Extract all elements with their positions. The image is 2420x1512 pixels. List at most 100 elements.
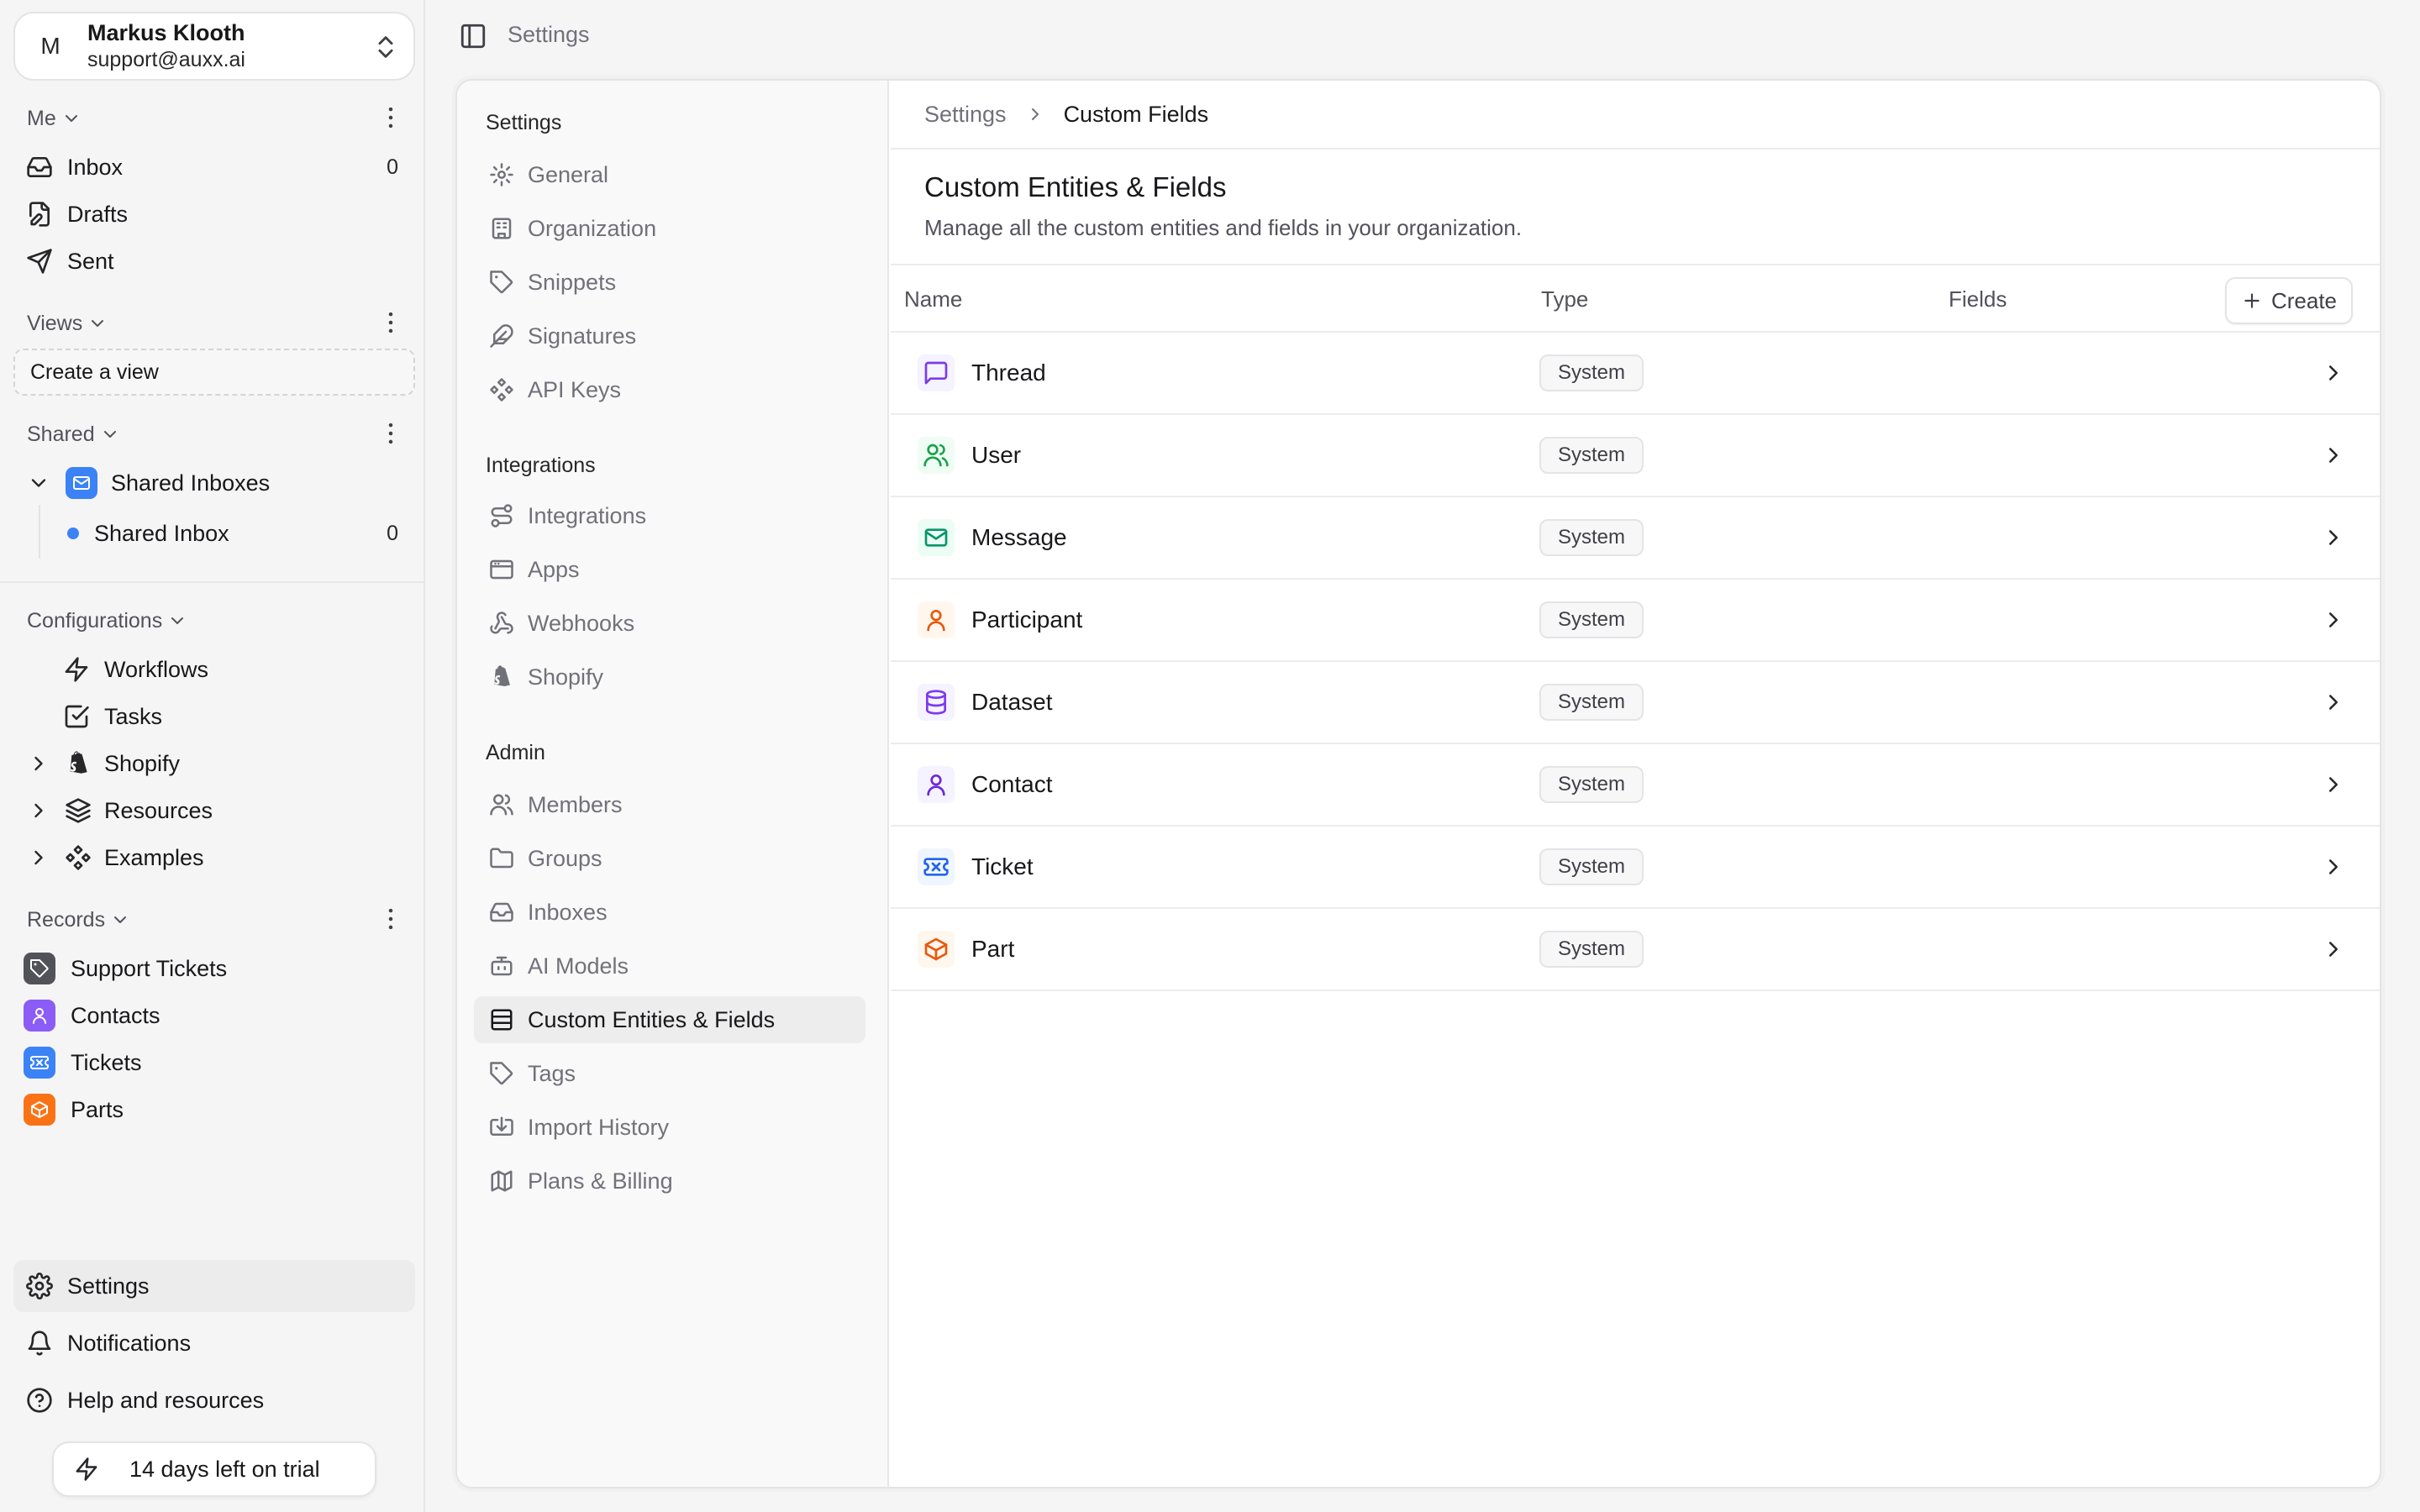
zap-icon [72,1457,101,1482]
sidebar-item-notifications[interactable]: Notifications [25,1321,191,1365]
chevron-right-icon[interactable] [2321,854,2346,879]
page-description: Manage all the custom entities and field… [924,215,1523,240]
more-vertical-icon[interactable] [376,905,405,933]
settings-nav-item-organization[interactable]: Organization [474,205,865,252]
mail-icon [918,519,955,556]
settings-nav-item-shopify[interactable]: Shopify [474,654,865,701]
entity-name: Contact [971,771,1053,797]
type-badge: System [1539,848,1644,885]
chevron-right-icon[interactable] [25,796,52,825]
sidebar-toggle-icon[interactable] [459,22,487,50]
more-vertical-icon[interactable] [376,103,405,132]
sidebar-item-label: Shared Inbox [94,520,229,546]
sidebar-item-label: Notifications [67,1330,192,1356]
account-switcher[interactable]: M Markus Klooth support@auxx.ai [13,12,415,81]
sidebar-item-inbox[interactable]: Inbox 0 [25,145,398,189]
trial-button[interactable]: 14 days left on trial [52,1441,376,1497]
sidebar-item-resources[interactable]: Resources [25,789,213,832]
chevron-right-icon[interactable] [2321,443,2346,468]
settings-nav-item-tags[interactable]: Tags [474,1050,865,1097]
chevron-down-icon[interactable] [25,469,52,497]
sidebar-item-label: Settings [67,1273,150,1299]
type-badge: System [1539,931,1644,968]
chevron-right-icon[interactable] [2321,607,2346,633]
settings-nav-item-webhooks[interactable]: Webhooks [474,600,865,647]
table-row[interactable]: Contact System [891,744,2380,827]
section-views[interactable]: Views [27,307,405,340]
sidebar-item-examples[interactable]: Examples [25,836,204,879]
sidebar-item-settings[interactable]: Settings [25,1264,150,1308]
sidebar-item-tasks[interactable]: Tasks [62,695,162,738]
table-row[interactable]: Message System [891,497,2380,580]
settings-nav-label: General [528,161,609,187]
ticket-icon [918,848,955,885]
settings-nav-item-integrations[interactable]: Integrations [474,492,865,539]
breadcrumb: Settings Custom Fields [891,81,2380,150]
settings-nav-item-members[interactable]: Members [474,781,865,828]
sidebar-item-workflows[interactable]: Workflows [62,648,208,691]
file-pen-icon [25,200,54,228]
table-row[interactable]: Dataset System [891,662,2380,744]
sidebar-item-tickets[interactable]: Tickets [24,1041,142,1084]
table-row[interactable]: Thread System [891,333,2380,415]
settings-nav-item-signatures[interactable]: Signatures [474,312,865,360]
table-row[interactable]: Part System [891,909,2380,991]
chevron-right-icon[interactable] [2321,525,2346,550]
chevron-right-icon[interactable] [2321,360,2346,386]
column-header-fields[interactable]: Fields [1949,265,2007,333]
settings-nav-item-ai-models[interactable]: AI Models [474,942,865,990]
table-row[interactable]: Ticket System [891,827,2380,909]
chevron-right-icon[interactable] [25,749,52,778]
settings-nav-item-apps[interactable]: Apps [474,546,865,593]
sidebar-item-help[interactable]: Help and resources [25,1378,264,1422]
chevron-right-icon[interactable] [2321,690,2346,715]
settings-nav-item-import-history[interactable]: Import History [474,1104,865,1151]
sidebar-item-drafts[interactable]: Drafts [25,192,128,236]
type-badge: System [1539,437,1644,474]
sidebar-item-support-tickets[interactable]: Support Tickets [24,947,227,990]
section-records-label: Records [27,907,106,932]
table-row[interactable]: Participant System [891,580,2380,662]
more-vertical-icon[interactable] [376,419,405,448]
entity-name: User [971,442,1022,468]
table-row[interactable]: User System [891,415,2380,497]
breadcrumb-parent[interactable]: Settings [924,102,1007,128]
settings-nav-item-custom-entities[interactable]: Custom Entities & Fields [474,996,865,1043]
package-icon [918,931,955,968]
inbox-icon [487,898,516,927]
settings-nav-item-snippets[interactable]: Snippets [474,259,865,306]
settings-nav-label: Snippets [528,269,617,295]
sidebar-item-parts[interactable]: Parts [24,1088,124,1131]
sidebar-item-label: Help and resources [67,1387,265,1413]
feather-icon [487,322,516,350]
chevron-right-icon[interactable] [2321,772,2346,797]
section-records[interactable]: Records [27,903,405,937]
settings-nav-item-plans-billing[interactable]: Plans & Billing [474,1158,865,1205]
settings-nav-item-inboxes[interactable]: Inboxes [474,889,865,936]
create-entity-button[interactable]: Create [2225,277,2353,324]
settings-nav-item-groups[interactable]: Groups [474,835,865,882]
create-view-button[interactable]: Create a view [13,349,415,396]
gear-icon [487,160,516,189]
column-header-name[interactable]: Name [904,265,962,333]
section-me[interactable]: Me [27,102,405,135]
help-circle-icon [25,1386,54,1415]
settings-nav-label: Shopify [528,664,604,690]
column-header-type[interactable]: Type [1541,265,1588,333]
sidebar-item-shared-inbox[interactable]: Shared Inbox 0 [67,512,398,555]
settings-nav-label: AI Models [528,953,629,979]
section-shared[interactable]: Shared [27,417,405,451]
settings-nav-item-general[interactable]: General [474,151,865,198]
settings-panel: Settings General Organization Snippets S… [455,79,2381,1488]
building-icon [487,214,516,243]
sidebar-item-shopify[interactable]: Shopify [25,742,180,785]
chevron-right-icon[interactable] [2321,937,2346,962]
sidebar-item-shared-inboxes[interactable]: Shared Inboxes [25,461,270,505]
settings-nav-item-api-keys[interactable]: API Keys [474,366,865,413]
section-configurations[interactable]: Configurations [27,604,405,638]
more-vertical-icon[interactable] [376,308,405,337]
sidebar-item-contacts[interactable]: Contacts [24,994,160,1037]
chevron-right-icon[interactable] [25,843,52,872]
sidebar-item-sent[interactable]: Sent [25,239,114,283]
settings-nav-label: Inboxes [528,899,608,925]
